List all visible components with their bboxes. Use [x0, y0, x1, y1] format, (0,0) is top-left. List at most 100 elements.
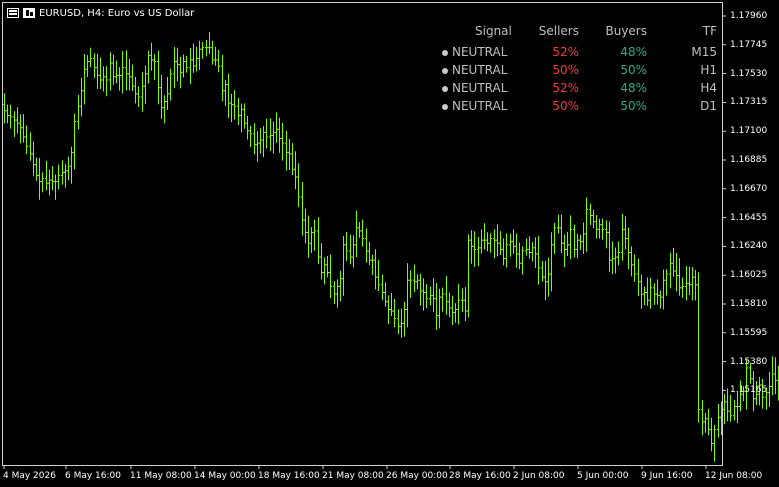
price-bar: [64, 164, 67, 188]
status-dot-icon: [442, 86, 448, 92]
price-bar: [598, 218, 601, 239]
price-bar: [179, 56, 182, 89]
price-bar: [595, 215, 598, 239]
price-bar: [163, 95, 166, 124]
price-bar: [662, 269, 665, 310]
price-bar: [611, 241, 614, 275]
price-bar: [672, 248, 675, 277]
price-bar: [496, 224, 499, 257]
price-bar: [243, 103, 246, 129]
chart-type-icon[interactable]: [7, 8, 19, 18]
price-bar: [630, 246, 633, 277]
price-bar: [342, 235, 345, 296]
price-bar: [569, 215, 572, 260]
price-bar: [336, 279, 339, 308]
price-bar: [480, 229, 483, 254]
price-bar: [317, 217, 320, 264]
price-bar: [653, 283, 656, 305]
price-bar: [339, 270, 342, 302]
price-bar: [217, 49, 220, 73]
price-bar: [35, 157, 38, 181]
price-bar: [237, 97, 240, 126]
price-bar: [134, 77, 137, 104]
price-tick-label: 1.17315: [730, 97, 768, 108]
price-bar: [438, 288, 441, 329]
price-bar: [393, 298, 396, 328]
price-bar: [691, 267, 694, 301]
price-bar: [3, 93, 6, 124]
price-bar: [707, 408, 710, 436]
price-bar: [29, 132, 32, 161]
price-bar: [265, 118, 268, 149]
price-bar: [51, 166, 54, 191]
time-tick-label: 18 May 16:00: [258, 471, 320, 481]
price-bar: [509, 233, 512, 257]
price-bar: [211, 40, 214, 65]
price-tick-label: 1.15810: [730, 299, 768, 309]
price-bar: [115, 60, 118, 84]
sellers-value: 52%: [552, 81, 579, 95]
price-bar: [467, 234, 470, 318]
price-bar: [515, 233, 518, 268]
price-bar: [221, 54, 224, 102]
timeframe-value: H4: [700, 81, 717, 95]
price-bar: [771, 356, 774, 396]
price-bar: [355, 210, 358, 258]
price-bar: [371, 254, 374, 276]
price-bar: [185, 55, 188, 73]
price-bar: [150, 42, 153, 71]
price-bar: [365, 228, 368, 263]
price-tick-label: 1.15595: [730, 327, 768, 338]
price-bar: [77, 95, 80, 130]
price-bar: [681, 277, 684, 298]
price-bar: [323, 257, 326, 285]
price-bar: [675, 252, 678, 292]
price-bar: [697, 272, 700, 423]
price-bar: [166, 76, 169, 110]
chart-window[interactable]: EURUSD, H4: Euro vs US Dollar Signal Sel…: [0, 0, 779, 487]
price-bar: [278, 117, 281, 153]
price-bar: [205, 39, 208, 57]
market-icon[interactable]: [23, 8, 35, 18]
price-bar: [13, 111, 16, 137]
price-tick-label: 1.16670: [730, 183, 768, 194]
price-bar: [253, 123, 256, 155]
price-bar: [531, 242, 534, 262]
price-tick-label: 1.16240: [730, 241, 768, 252]
buyers-value: 50%: [620, 63, 647, 77]
price-bar: [409, 270, 412, 298]
price-tick-label: 1.15380: [730, 356, 768, 367]
price-bar: [259, 128, 262, 154]
price-bar: [601, 218, 604, 240]
price-tick-label: 1.17530: [730, 68, 768, 79]
price-bar: [445, 276, 448, 315]
signal-row: NEUTRAL 52% 48% M15: [437, 45, 720, 61]
price-bar: [422, 278, 425, 311]
price-bar: [169, 68, 172, 101]
price-bar: [25, 125, 28, 155]
price-bar: [381, 274, 384, 301]
time-tick-label: 6 May 16:00: [65, 471, 121, 481]
price-bar: [640, 274, 643, 309]
price-bar: [384, 282, 387, 307]
price-bar: [73, 113, 76, 170]
price-bar: [361, 219, 364, 247]
price-tick-label: 1.15165: [730, 385, 768, 396]
price-bar: [525, 238, 528, 256]
price-bar: [313, 219, 316, 251]
time-tick-label: 9 Jun 16:00: [641, 471, 693, 481]
price-bar: [448, 292, 451, 318]
price-bar: [281, 122, 284, 161]
price-bar: [576, 233, 579, 259]
price-bar: [32, 141, 35, 177]
price-bar: [656, 279, 659, 305]
price-bar: [627, 227, 630, 270]
price-bar: [272, 121, 275, 154]
price-bar: [633, 254, 636, 282]
price-bar: [285, 130, 288, 171]
signal-value: NEUTRAL: [452, 99, 508, 113]
price-bar: [310, 227, 313, 253]
price-bar: [541, 260, 544, 282]
price-bar: [451, 295, 454, 326]
price-bar: [301, 182, 304, 236]
